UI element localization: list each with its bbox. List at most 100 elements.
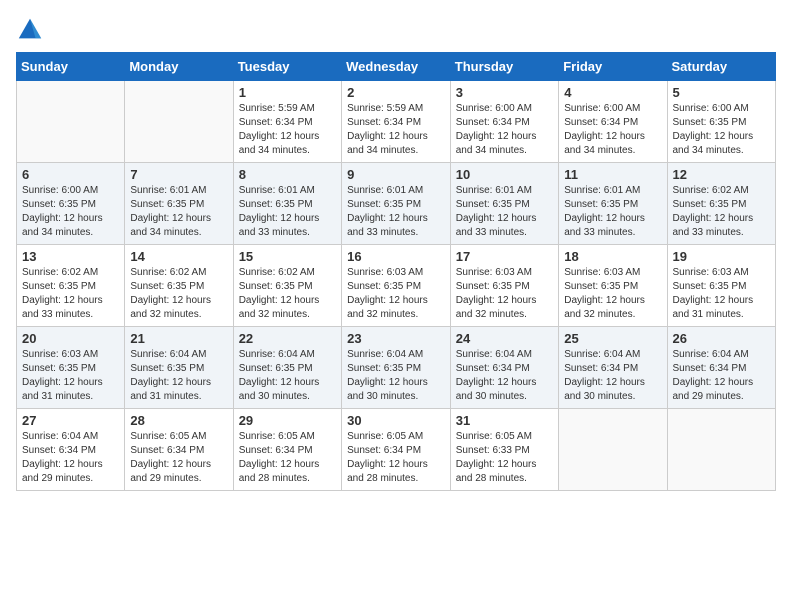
calendar-cell — [667, 409, 776, 491]
calendar-cell: 18Sunrise: 6:03 AM Sunset: 6:35 PM Dayli… — [559, 245, 667, 327]
calendar-cell — [559, 409, 667, 491]
day-header-saturday: Saturday — [667, 53, 776, 81]
calendar-cell: 10Sunrise: 6:01 AM Sunset: 6:35 PM Dayli… — [450, 163, 558, 245]
day-info: Sunrise: 6:02 AM Sunset: 6:35 PM Dayligh… — [130, 266, 227, 322]
calendar-cell: 28Sunrise: 6:05 AM Sunset: 6:34 PM Dayli… — [125, 409, 233, 491]
day-number: 9 — [347, 167, 445, 182]
day-info: Sunrise: 6:03 AM Sunset: 6:35 PM Dayligh… — [22, 348, 119, 404]
day-info: Sunrise: 6:01 AM Sunset: 6:35 PM Dayligh… — [456, 184, 553, 240]
day-info: Sunrise: 6:04 AM Sunset: 6:35 PM Dayligh… — [130, 348, 227, 404]
calendar-cell: 22 Sunrise: 6:04 AM Sunset: 6:35 PM Dayli… — [233, 327, 341, 409]
day-info: Sunrise: 6:04 AM Sunset: 6:34 PM Dayligh… — [564, 348, 661, 404]
calendar-cell: 20 Sunrise: 6:03 AM Sunset: 6:35 PM Dayli… — [17, 327, 125, 409]
calendar-cell: 31Sunrise: 6:05 AM Sunset: 6:33 PM Dayli… — [450, 409, 558, 491]
day-number: 3 — [456, 85, 553, 100]
calendar-cell: 24Sunrise: 6:04 AM Sunset: 6:34 PM Dayli… — [450, 327, 558, 409]
calendar-cell: 19 Sunrise: 6:03 AM Sunset: 6:35 PM Dayli… — [667, 245, 776, 327]
calendar-cell: 8 Sunrise: 6:01 AM Sunset: 6:35 PM Daylig… — [233, 163, 341, 245]
day-number: 14 — [130, 249, 227, 264]
calendar-week-row: 20 Sunrise: 6:03 AM Sunset: 6:35 PM Dayli… — [17, 327, 776, 409]
logo-icon — [16, 16, 44, 44]
day-info: Sunrise: 6:01 AM Sunset: 6:35 PM Dayligh… — [130, 184, 227, 240]
day-info: Sunrise: 6:01 AM Sunset: 6:35 PM Dayligh… — [239, 184, 336, 240]
calendar-cell: 23 Sunrise: 6:04 AM Sunset: 6:35 PM Dayli… — [342, 327, 451, 409]
day-info: Sunrise: 6:03 AM Sunset: 6:35 PM Dayligh… — [673, 266, 771, 322]
calendar-cell: 3Sunrise: 6:00 AM Sunset: 6:34 PM Daylig… — [450, 81, 558, 163]
day-header-sunday: Sunday — [17, 53, 125, 81]
day-number: 28 — [130, 413, 227, 428]
day-info: Sunrise: 6:00 AM Sunset: 6:35 PM Dayligh… — [22, 184, 119, 240]
day-info: Sunrise: 6:01 AM Sunset: 6:35 PM Dayligh… — [347, 184, 445, 240]
day-info: Sunrise: 6:04 AM Sunset: 6:35 PM Dayligh… — [239, 348, 336, 404]
calendar-cell: 12 Sunrise: 6:02 AM Sunset: 6:35 PM Dayli… — [667, 163, 776, 245]
day-number: 7 — [130, 167, 227, 182]
calendar-week-row: 1Sunrise: 5:59 AM Sunset: 6:34 PM Daylig… — [17, 81, 776, 163]
calendar-cell: 2Sunrise: 5:59 AM Sunset: 6:34 PM Daylig… — [342, 81, 451, 163]
calendar-cell: 26 Sunrise: 6:04 AM Sunset: 6:34 PM Dayli… — [667, 327, 776, 409]
day-info: Sunrise: 6:04 AM Sunset: 6:34 PM Dayligh… — [673, 348, 771, 404]
day-info: Sunrise: 6:05 AM Sunset: 6:34 PM Dayligh… — [239, 430, 336, 486]
calendar-cell: 29 Sunrise: 6:05 AM Sunset: 6:34 PM Dayli… — [233, 409, 341, 491]
day-info: Sunrise: 6:04 AM Sunset: 6:35 PM Dayligh… — [347, 348, 445, 404]
day-number: 30 — [347, 413, 445, 428]
day-number: 8 — [239, 167, 336, 182]
day-number: 23 — [347, 331, 445, 346]
day-info: Sunrise: 6:04 AM Sunset: 6:34 PM Dayligh… — [22, 430, 119, 486]
calendar-cell: 7 Sunrise: 6:01 AM Sunset: 6:35 PM Daylig… — [125, 163, 233, 245]
calendar-cell: 1Sunrise: 5:59 AM Sunset: 6:34 PM Daylig… — [233, 81, 341, 163]
day-header-monday: Monday — [125, 53, 233, 81]
day-number: 25 — [564, 331, 661, 346]
day-info: Sunrise: 6:00 AM Sunset: 6:34 PM Dayligh… — [564, 102, 661, 158]
day-info: Sunrise: 6:03 AM Sunset: 6:35 PM Dayligh… — [347, 266, 445, 322]
page-header — [16, 16, 776, 44]
calendar-cell: 11 Sunrise: 6:01 AM Sunset: 6:35 PM Dayli… — [559, 163, 667, 245]
day-info: Sunrise: 6:05 AM Sunset: 6:34 PM Dayligh… — [347, 430, 445, 486]
calendar-cell: 15 Sunrise: 6:02 AM Sunset: 6:35 PM Dayli… — [233, 245, 341, 327]
day-number: 21 — [130, 331, 227, 346]
logo — [16, 16, 48, 44]
calendar-cell: 14 Sunrise: 6:02 AM Sunset: 6:35 PM Dayli… — [125, 245, 233, 327]
day-number: 29 — [239, 413, 336, 428]
day-number: 17 — [456, 249, 553, 264]
day-info: Sunrise: 6:02 AM Sunset: 6:35 PM Dayligh… — [22, 266, 119, 322]
day-number: 22 — [239, 331, 336, 346]
day-number: 19 — [673, 249, 771, 264]
calendar-week-row: 6 Sunrise: 6:00 AM Sunset: 6:35 PM Daylig… — [17, 163, 776, 245]
day-number: 12 — [673, 167, 771, 182]
calendar-cell: 6 Sunrise: 6:00 AM Sunset: 6:35 PM Daylig… — [17, 163, 125, 245]
day-info: Sunrise: 6:03 AM Sunset: 6:35 PM Dayligh… — [456, 266, 553, 322]
day-header-wednesday: Wednesday — [342, 53, 451, 81]
calendar-week-row: 13 Sunrise: 6:02 AM Sunset: 6:35 PM Dayli… — [17, 245, 776, 327]
day-number: 24 — [456, 331, 553, 346]
day-info: Sunrise: 6:02 AM Sunset: 6:35 PM Dayligh… — [239, 266, 336, 322]
calendar-cell: 9 Sunrise: 6:01 AM Sunset: 6:35 PM Daylig… — [342, 163, 451, 245]
day-number: 18 — [564, 249, 661, 264]
day-info: Sunrise: 6:00 AM Sunset: 6:35 PM Dayligh… — [673, 102, 771, 158]
day-number: 31 — [456, 413, 553, 428]
day-info: Sunrise: 5:59 AM Sunset: 6:34 PM Dayligh… — [239, 102, 336, 158]
calendar-cell: 13 Sunrise: 6:02 AM Sunset: 6:35 PM Dayli… — [17, 245, 125, 327]
day-number: 20 — [22, 331, 119, 346]
day-number: 27 — [22, 413, 119, 428]
day-number: 11 — [564, 167, 661, 182]
day-number: 26 — [673, 331, 771, 346]
day-info: Sunrise: 6:02 AM Sunset: 6:35 PM Dayligh… — [673, 184, 771, 240]
day-header-tuesday: Tuesday — [233, 53, 341, 81]
calendar-cell: 21 Sunrise: 6:04 AM Sunset: 6:35 PM Dayli… — [125, 327, 233, 409]
day-header-thursday: Thursday — [450, 53, 558, 81]
calendar-cell: 16Sunrise: 6:03 AM Sunset: 6:35 PM Dayli… — [342, 245, 451, 327]
calendar-cell: 27 Sunrise: 6:04 AM Sunset: 6:34 PM Dayli… — [17, 409, 125, 491]
day-info: Sunrise: 6:01 AM Sunset: 6:35 PM Dayligh… — [564, 184, 661, 240]
day-number: 4 — [564, 85, 661, 100]
day-number: 15 — [239, 249, 336, 264]
day-header-friday: Friday — [559, 53, 667, 81]
calendar-cell: 5 Sunrise: 6:00 AM Sunset: 6:35 PM Daylig… — [667, 81, 776, 163]
day-number: 5 — [673, 85, 771, 100]
calendar-cell: 4 Sunrise: 6:00 AM Sunset: 6:34 PM Daylig… — [559, 81, 667, 163]
calendar-table: SundayMondayTuesdayWednesdayThursdayFrid… — [16, 52, 776, 491]
calendar-header-row: SundayMondayTuesdayWednesdayThursdayFrid… — [17, 53, 776, 81]
calendar-cell — [17, 81, 125, 163]
day-number: 13 — [22, 249, 119, 264]
calendar-cell: 25 Sunrise: 6:04 AM Sunset: 6:34 PM Dayli… — [559, 327, 667, 409]
day-number: 6 — [22, 167, 119, 182]
